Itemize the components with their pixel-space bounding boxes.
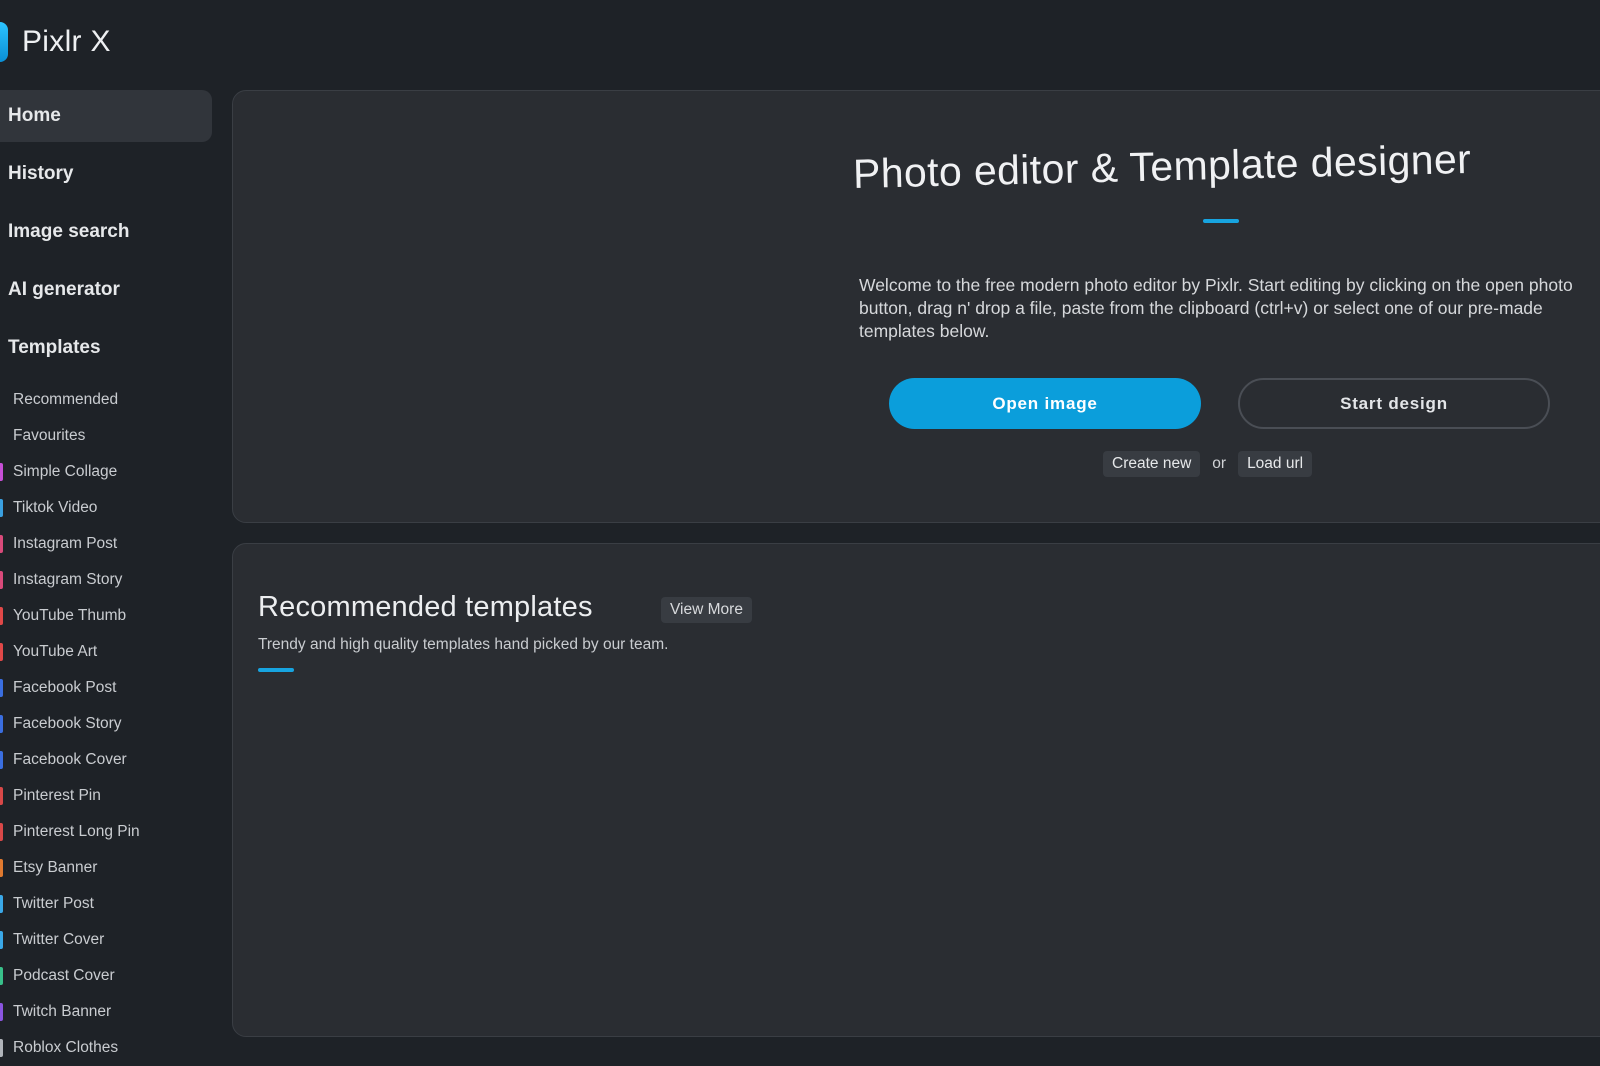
template-category-instagram-post[interactable]: Instagram Post	[0, 526, 214, 562]
recommended-templates-card: Recommended templates View More Trendy a…	[232, 543, 1600, 1037]
nav-templates[interactable]: Templates	[0, 322, 214, 374]
template-category-label: Facebook Post	[13, 679, 117, 696]
template-category-youtube-art[interactable]: YouTube Art	[0, 634, 214, 670]
template-category-label: YouTube Thumb	[13, 607, 127, 624]
hero-title: Photo editor & Template designer	[852, 135, 1472, 197]
nav-home[interactable]: Home	[0, 90, 212, 142]
template-category-simple-collage[interactable]: Simple Collage	[0, 454, 214, 490]
template-category-instagram-story[interactable]: Instagram Story	[0, 562, 214, 598]
category-color-marker	[0, 535, 3, 553]
pixlr-logo-icon	[0, 22, 8, 62]
app-logo[interactable]: Pixlr X	[0, 18, 111, 66]
hero-card: Photo editor & Template designer Welcome…	[232, 90, 1600, 523]
app-name: Pixlr X	[22, 25, 111, 58]
template-category-pinterest-pin[interactable]: Pinterest Pin	[0, 778, 214, 814]
category-color-marker	[0, 751, 3, 769]
category-color-marker	[0, 931, 3, 949]
template-category-label: Simple Collage	[13, 463, 118, 480]
template-category-label: Etsy Banner	[13, 859, 98, 876]
template-category-recommended[interactable]: Recommended	[0, 382, 214, 418]
template-category-label: Roblox Clothes	[13, 1039, 119, 1056]
template-category-podcast-cover[interactable]: Podcast Cover	[0, 958, 214, 994]
hero-description: Welcome to the free modern photo editor …	[859, 275, 1573, 341]
recommended-underline	[258, 668, 294, 672]
template-category-favourites[interactable]: Favourites	[0, 418, 214, 454]
template-category-label: Instagram Story	[13, 571, 123, 588]
load-url-button[interactable]: Load url	[1238, 451, 1313, 477]
recommended-description: Trendy and high quality templates hand p…	[258, 636, 669, 653]
category-color-marker	[0, 1039, 3, 1057]
hero-title-underline	[1203, 219, 1239, 223]
template-category-label: Pinterest Pin	[13, 787, 101, 804]
view-more-button[interactable]: View More	[661, 597, 752, 623]
category-color-marker	[0, 715, 3, 733]
template-category-youtube-thumb[interactable]: YouTube Thumb	[0, 598, 214, 634]
category-color-marker	[0, 643, 3, 661]
category-color-marker	[0, 823, 3, 841]
category-color-marker	[0, 571, 3, 589]
category-color-marker	[0, 859, 3, 877]
category-color-marker	[0, 967, 3, 985]
category-color-marker	[0, 679, 3, 697]
template-category-twitter-post[interactable]: Twitter Post	[0, 886, 214, 922]
or-separator: or	[1212, 455, 1227, 472]
category-color-marker	[0, 787, 3, 805]
template-category-tiktok-video[interactable]: Tiktok Video	[0, 490, 214, 526]
category-color-marker	[0, 463, 3, 481]
category-color-marker	[0, 607, 3, 625]
category-color-marker	[0, 499, 3, 517]
template-category-facebook-post[interactable]: Facebook Post	[0, 670, 214, 706]
template-category-label: Twitter Cover	[13, 931, 105, 948]
template-category-label: Podcast Cover	[13, 967, 115, 984]
template-category-facebook-cover[interactable]: Facebook Cover	[0, 742, 214, 778]
template-category-label: Instagram Post	[13, 535, 118, 552]
category-color-marker	[0, 895, 3, 913]
create-new-button[interactable]: Create new	[1103, 451, 1201, 477]
template-category-twitter-cover[interactable]: Twitter Cover	[0, 922, 214, 958]
recommended-title: Recommended templates	[258, 591, 593, 623]
template-category-label: Twitter Post	[13, 895, 94, 912]
nav-ai-generator[interactable]: AI generator	[0, 264, 214, 316]
template-category-label: Facebook Story	[13, 715, 122, 732]
template-category-etsy-banner[interactable]: Etsy Banner	[0, 850, 214, 886]
nav-image-search[interactable]: Image search	[0, 206, 214, 258]
template-category-label: Tiktok Video	[13, 499, 98, 516]
nav-history[interactable]: History	[0, 148, 214, 200]
template-category-twitch-banner[interactable]: Twitch Banner	[0, 994, 214, 1030]
start-design-button[interactable]: Start design	[1238, 378, 1550, 429]
open-image-button[interactable]: Open image	[889, 378, 1201, 429]
template-category-label: Twitch Banner	[13, 1003, 112, 1020]
secondary-actions: Create new or Load url	[1103, 451, 1313, 477]
template-category-label: Recommended	[13, 391, 119, 408]
template-category-pinterest-long-pin[interactable]: Pinterest Long Pin	[0, 814, 214, 850]
template-category-label: YouTube Art	[13, 643, 98, 660]
pixlr-app: Pixlr X Home History Image search AI gen…	[0, 0, 1600, 1066]
template-category-label: Favourites	[13, 427, 86, 444]
template-category-label: Facebook Cover	[13, 751, 127, 768]
category-color-marker	[0, 1003, 3, 1021]
template-category-facebook-story[interactable]: Facebook Story	[0, 706, 214, 742]
sidebar: Home History Image search AI generator T…	[0, 90, 214, 1066]
template-category-label: Pinterest Long Pin	[13, 823, 140, 840]
template-category-roblox-clothes[interactable]: Roblox Clothes	[0, 1030, 214, 1066]
template-category-list: Recommended Favourites Simple Collage Tikto…	[0, 382, 214, 1066]
